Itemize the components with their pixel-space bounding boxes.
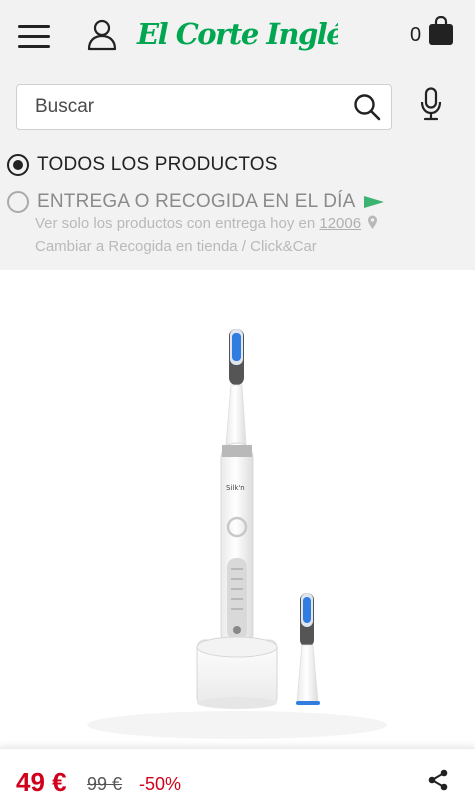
price-original: 99 € [87, 774, 123, 794]
filter-all-products-label: TODOS LOS PRODUCTOS [37, 154, 278, 175]
pickup-change-link[interactable]: Cambiar a Recogida en tienda / Click&Car [35, 238, 317, 255]
discount-badge: -50% [139, 774, 182, 794]
shopping-bag-icon[interactable] [428, 16, 454, 46]
product-image[interactable]: Silk'n [0, 285, 475, 755]
spare-brush-head [296, 593, 320, 705]
toothbrush-main: Silk'n [220, 329, 254, 649]
microphone-icon[interactable] [420, 87, 442, 121]
device-brand-text: Silk'n [226, 484, 245, 492]
search-box[interactable] [16, 84, 392, 130]
cart-count: 0 [410, 24, 422, 46]
search-icon[interactable] [353, 93, 381, 121]
charging-base [196, 636, 278, 709]
radio-selected-icon[interactable] [7, 154, 29, 176]
location-pin-icon[interactable] [367, 215, 378, 230]
brand-logo[interactable]: El Corte Inglés [136, 8, 338, 60]
delivery-note-text: Ver solo los productos con entrega hoy e… [35, 215, 316, 232]
filter-same-day-label: ENTREGA O RECOGIDA EN EL DÍA [37, 191, 356, 212]
postal-code-link[interactable]: 12006 [319, 215, 361, 232]
green-flag-icon [364, 196, 385, 208]
hamburger-menu-icon[interactable] [18, 25, 50, 49]
radio-unselected-icon[interactable] [7, 191, 29, 213]
app-header: El Corte Inglés 0 [0, 0, 475, 70]
search-input[interactable] [35, 94, 355, 120]
delivery-note: Ver solo los productos con entrega hoy e… [35, 215, 378, 232]
filter-all-products[interactable]: TODOS LOS PRODUCTOS [7, 154, 278, 176]
price-current: 49 € [16, 767, 67, 797]
share-icon[interactable] [427, 769, 449, 791]
brand-logo-text: El Corte Inglés [136, 17, 338, 51]
user-icon[interactable] [87, 19, 117, 51]
price-bar: 49 € 99 € -50% [0, 748, 475, 800]
filter-same-day[interactable]: ENTREGA O RECOGIDA EN EL DÍA [7, 191, 385, 213]
